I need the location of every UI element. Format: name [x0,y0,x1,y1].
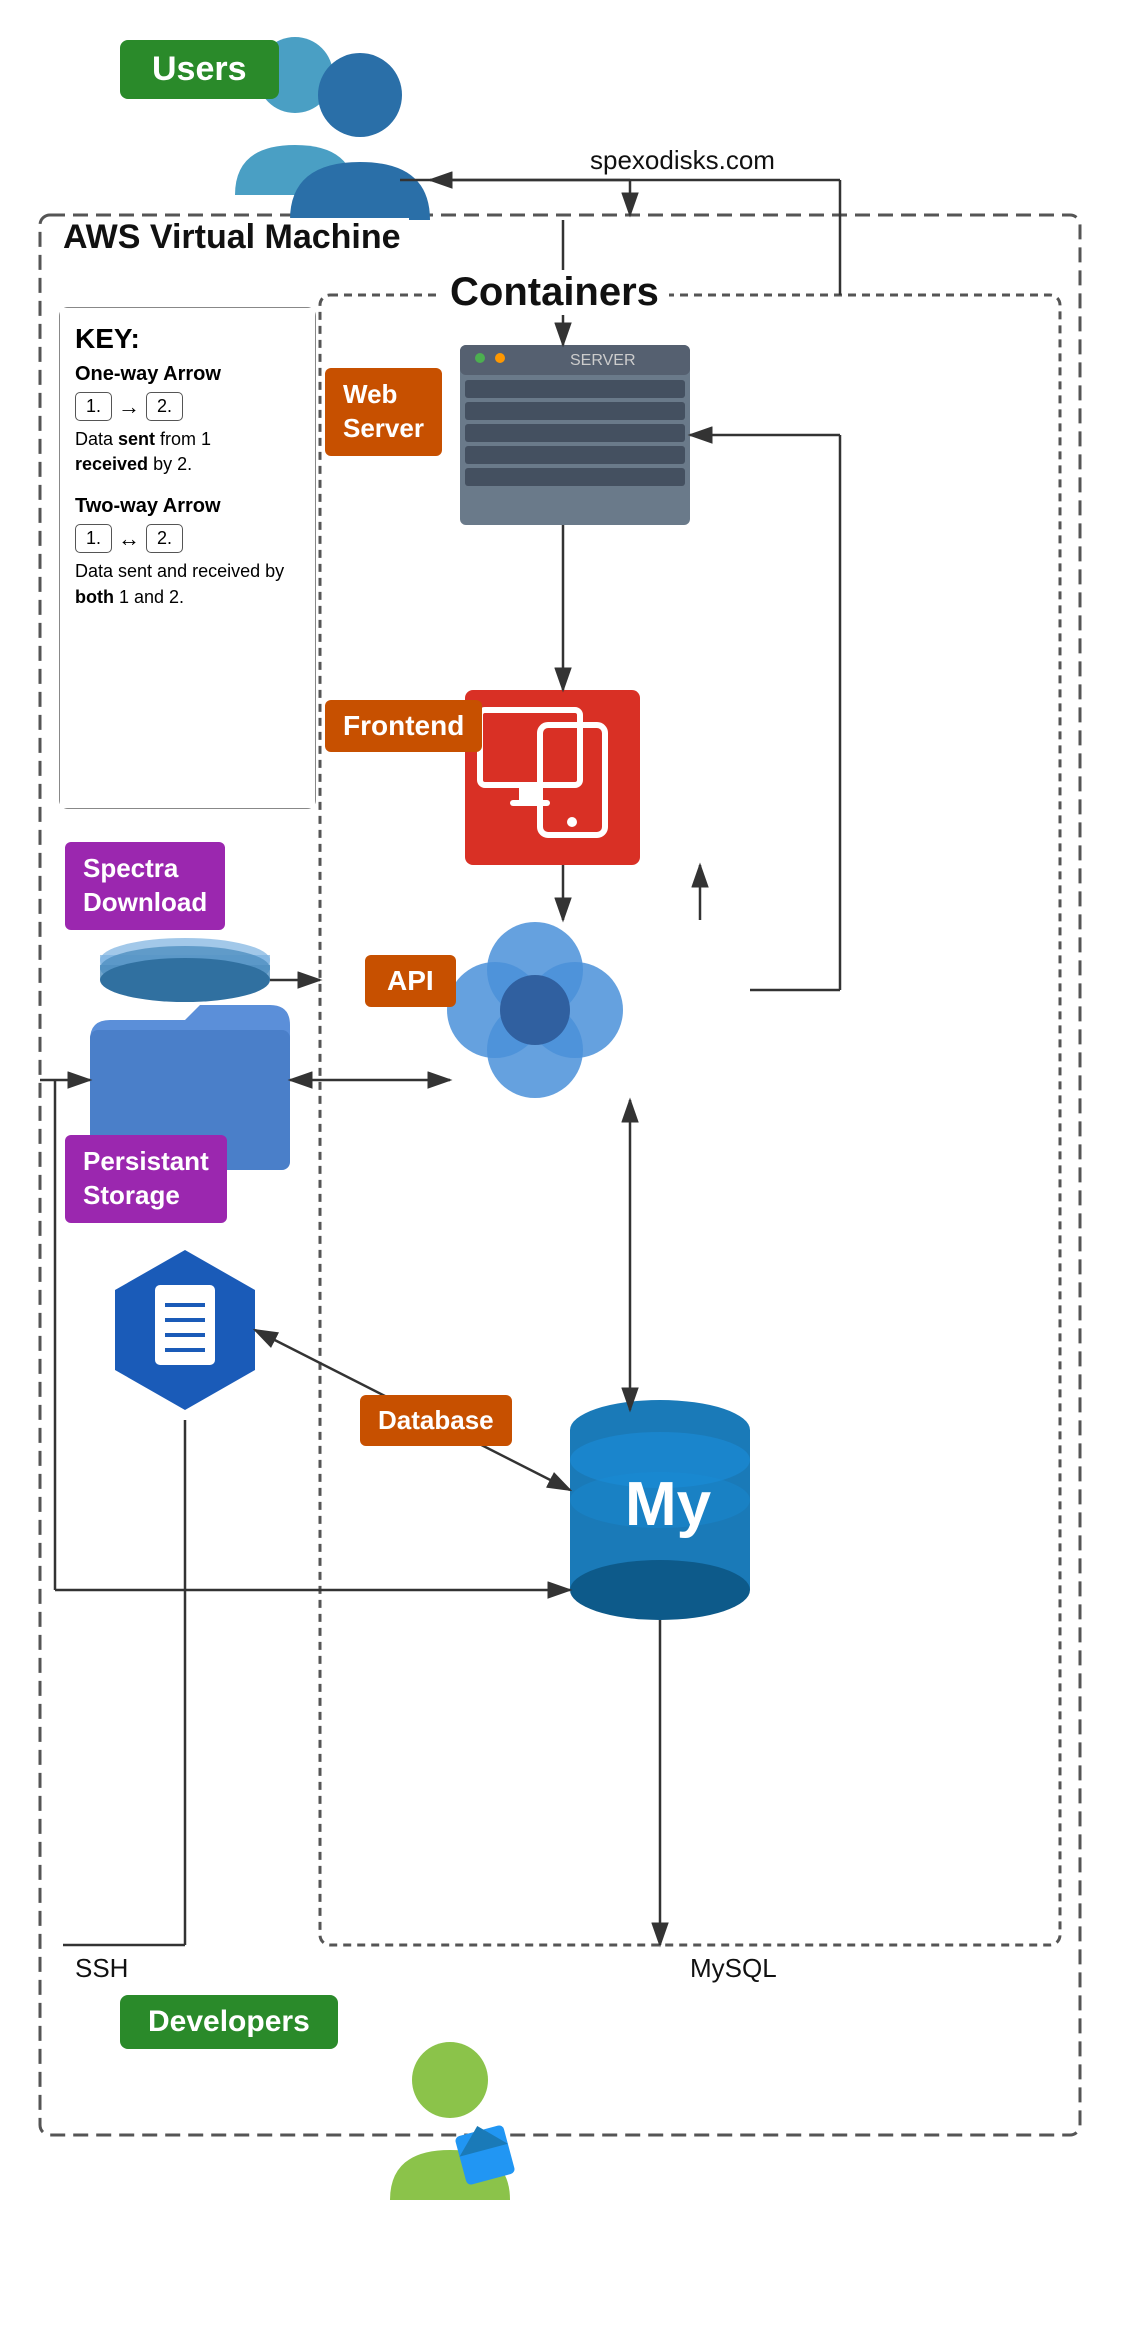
frontend-badge: Frontend [325,700,482,752]
two-way-title: Two-way Arrow [75,495,300,518]
ssh-label: SSH [75,1953,128,1984]
key-box: KEY: One-way Arrow 1. → 2. Data sent fro… [60,308,315,808]
key-num-1a: 1. [75,392,112,421]
spectra-download-badge: SpectraDownload [65,842,225,930]
key-num-2b: 2. [146,524,183,553]
two-way-desc: Data sent and received by both 1 and 2. [75,559,300,609]
api-badge: API [365,955,456,1007]
developers-badge: Developers [120,1995,338,2049]
users-badge: Users [120,40,279,99]
persistent-storage-badge: PersistantStorage [65,1135,227,1223]
key-arrow-right: → [118,394,140,420]
web-server-badge: WebServer [325,368,442,456]
aws-vm-label: AWS Virtual Machine [55,218,409,257]
database-badge: Database [360,1395,512,1446]
key-num-2a: 2. [146,392,183,421]
key-num-1b: 1. [75,524,112,553]
svg-text:My: My [625,1470,712,1539]
spexodisks-url: spexodisks.com [590,145,775,176]
one-way-title: One-way Arrow [75,363,300,386]
svg-text:SERVER: SERVER [570,352,636,369]
one-way-desc: Data sent from 1received by 2. [75,427,300,477]
containers-label: Containers [440,270,669,315]
key-title: KEY: [75,323,300,355]
mysql-label: MySQL [690,1953,777,1984]
key-arrow-both: ↔ [118,526,140,552]
